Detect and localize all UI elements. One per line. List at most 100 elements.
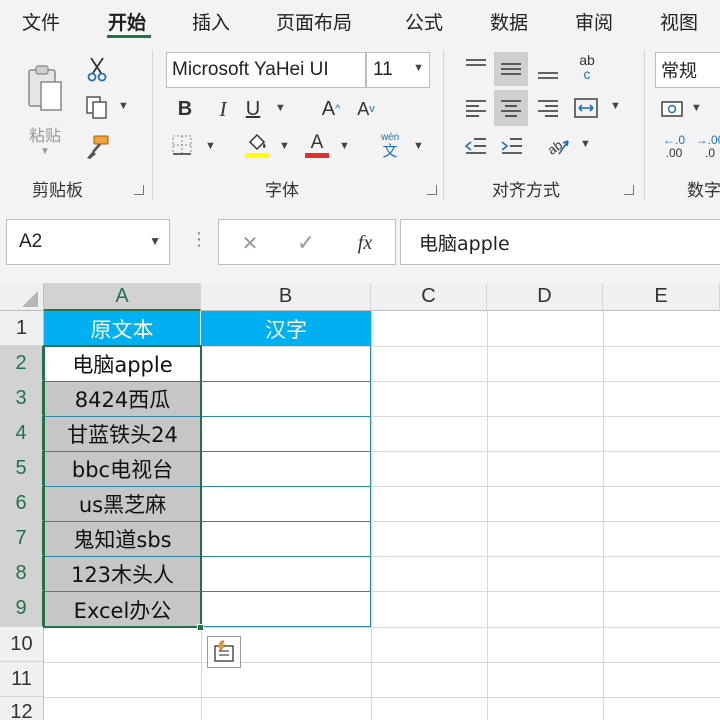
row-header-1[interactable]: 1 <box>0 311 44 346</box>
row-header-10[interactable]: 10 <box>0 627 44 662</box>
font-size-combobox[interactable]: 11 ▼ <box>366 52 430 88</box>
format-painter-icon <box>87 135 109 159</box>
paste-button[interactable]: 粘贴 ▼ <box>20 54 70 164</box>
number-format-combobox[interactable]: 常规 <box>655 52 720 88</box>
table-border <box>201 416 371 417</box>
copy-button[interactable] <box>82 92 112 122</box>
decrease-indent-button[interactable] <box>460 130 492 162</box>
format-painter-button[interactable] <box>82 132 112 162</box>
align-left-button[interactable] <box>460 92 492 124</box>
clipboard-launcher-icon[interactable] <box>134 185 144 195</box>
column-header-d[interactable]: D <box>487 283 603 311</box>
row-header-4[interactable]: 4 <box>0 416 44 451</box>
font-color-icon: A <box>310 131 324 153</box>
phonetic-dropdown-icon[interactable]: ▼ <box>413 140 424 152</box>
paste-dropdown-icon[interactable]: ▼ <box>40 146 50 157</box>
tab-formulas[interactable]: 公式 <box>405 8 443 35</box>
decrease-font-button[interactable]: Av <box>351 94 381 124</box>
select-all-button[interactable] <box>0 283 44 311</box>
italic-button[interactable]: I <box>211 94 235 124</box>
top-align-button[interactable] <box>460 52 492 82</box>
name-box[interactable]: A2 ▼ <box>6 219 170 265</box>
formula-input[interactable]: 电脑apple <box>400 219 720 265</box>
increase-indent-button[interactable] <box>496 130 528 162</box>
quick-analysis-button[interactable] <box>207 636 241 668</box>
row-header-8[interactable]: 8 <box>0 556 44 591</box>
decrease-decimal-label: .0 <box>704 146 715 160</box>
font-name-combobox[interactable]: Microsoft YaHei UI <box>166 52 366 88</box>
copy-dropdown-icon[interactable]: ▼ <box>118 100 129 112</box>
tab-page-layout[interactable]: 页面布局 <box>276 8 352 35</box>
font-size-dropdown-icon[interactable]: ▼ <box>413 62 424 74</box>
row-header-6[interactable]: 6 <box>0 486 44 521</box>
accounting-icon <box>661 101 683 117</box>
row-header-12[interactable]: 12 <box>0 697 44 720</box>
merge-center-button[interactable] <box>570 92 602 124</box>
fill-handle[interactable] <box>197 624 204 631</box>
increase-indent-icon <box>501 138 522 154</box>
font-group-label: 字体 <box>265 181 299 201</box>
font-color-button[interactable]: A <box>303 130 331 160</box>
orientation-button[interactable]: ab <box>542 130 574 162</box>
underline-button[interactable]: U <box>241 94 265 124</box>
alignment-launcher-icon[interactable] <box>624 185 634 195</box>
middle-align-button[interactable] <box>494 52 528 86</box>
row-header-9[interactable]: 9 <box>0 591 44 627</box>
orientation-dropdown-icon[interactable]: ▼ <box>580 138 591 150</box>
phonetic-button[interactable]: wén 文 <box>375 128 405 162</box>
fill-color-dropdown-icon[interactable]: ▼ <box>279 140 290 152</box>
paste-icon <box>28 64 62 111</box>
column-header-e[interactable]: E <box>603 283 720 311</box>
fill-color-swatch <box>245 152 269 158</box>
tab-home[interactable]: 开始 <box>108 8 146 35</box>
underline-dropdown-icon[interactable]: ▼ <box>275 102 286 114</box>
increase-font-icon: A <box>321 97 336 120</box>
bottom-align-button[interactable] <box>532 56 564 86</box>
tab-data[interactable]: 数据 <box>490 8 528 35</box>
align-right-button[interactable] <box>532 92 564 124</box>
wrap-text-button[interactable]: ab c <box>570 50 604 84</box>
tab-view[interactable]: 视图 <box>660 8 698 35</box>
number-group-label: 数字 <box>687 181 720 201</box>
paint-bucket-icon <box>248 133 266 150</box>
row-header-2[interactable]: 2 <box>0 346 44 381</box>
decrease-indent-icon <box>464 138 486 154</box>
tab-file[interactable]: 文件 <box>22 8 60 35</box>
active-tab-indicator <box>107 35 151 38</box>
borders-button[interactable] <box>169 132 195 158</box>
confirm-icon[interactable]: ✓ <box>292 229 320 257</box>
tab-review[interactable]: 审阅 <box>575 8 613 35</box>
row-header-11[interactable]: 11 <box>0 662 44 697</box>
splitter-handle-icon[interactable]: ⋮ <box>190 229 208 250</box>
bold-button[interactable]: B <box>173 94 197 124</box>
font-launcher-icon[interactable] <box>427 185 437 195</box>
increase-decimal-button[interactable]: ←.0 .00 <box>657 130 691 164</box>
row-header-3[interactable]: 3 <box>0 381 44 416</box>
merge-dropdown-icon[interactable]: ▼ <box>610 100 621 112</box>
column-header-b[interactable]: B <box>201 283 371 311</box>
column-header-c[interactable]: C <box>371 283 487 311</box>
column-header-a[interactable]: A <box>44 283 201 311</box>
insert-function-icon[interactable]: fx <box>350 229 380 257</box>
cell-b1-header[interactable]: 汉字 <box>201 311 371 346</box>
name-box-dropdown-icon[interactable]: ▼ <box>149 234 161 248</box>
cut-button[interactable] <box>84 54 110 84</box>
row-header-7[interactable]: 7 <box>0 521 44 556</box>
increase-font-button[interactable]: A ^ <box>316 94 346 124</box>
tab-insert[interactable]: 插入 <box>192 8 230 35</box>
gridline <box>44 662 720 663</box>
decrease-decimal-button[interactable]: →.00 .0 <box>693 130 720 164</box>
row-header-5[interactable]: 5 <box>0 451 44 486</box>
text-orientation-icon: ab <box>545 137 569 158</box>
cell-a1-header[interactable]: 原文本 <box>44 311 201 346</box>
fill-color-button[interactable] <box>243 130 271 160</box>
align-center-button[interactable] <box>494 90 528 126</box>
table-border <box>201 591 371 592</box>
cancel-icon[interactable]: ✕ <box>236 229 264 257</box>
borders-dropdown-icon[interactable]: ▼ <box>205 140 216 152</box>
font-color-dropdown-icon[interactable]: ▼ <box>339 140 350 152</box>
accounting-dropdown-icon[interactable]: ▼ <box>691 102 702 114</box>
accounting-format-button[interactable] <box>657 94 689 124</box>
align-left-icon <box>466 100 486 117</box>
worksheet-grid[interactable]: A B C D E 1 2 3 4 5 6 7 8 9 10 11 12 原文本… <box>0 283 720 720</box>
